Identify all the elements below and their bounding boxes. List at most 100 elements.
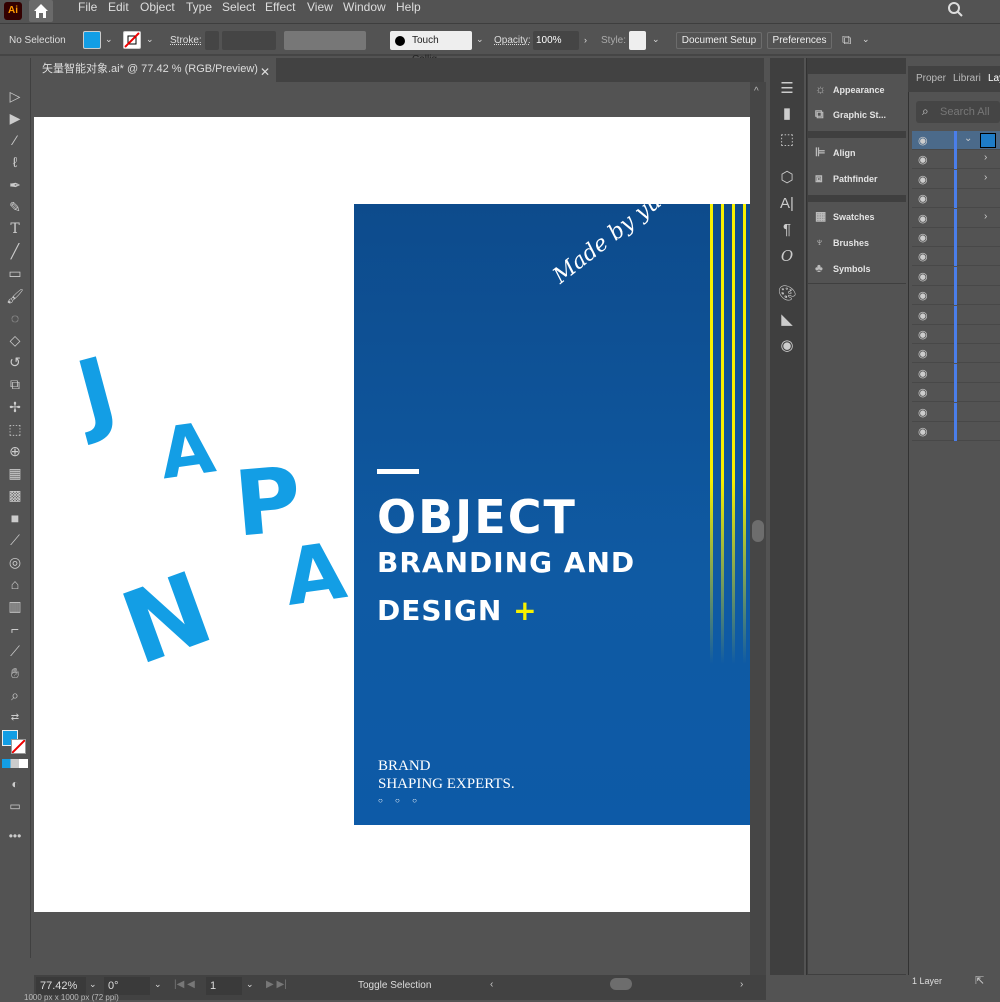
eye-icon[interactable]: ◉	[918, 173, 928, 186]
next-artboard-icon[interactable]: ▶ ▶|	[266, 979, 287, 990]
stroke-label[interactable]: Stroke:	[170, 35, 202, 46]
transform-panel-icon[interactable]: ⬚	[776, 129, 798, 151]
draw-mode-icon[interactable]: ◐	[4, 774, 26, 794]
chevron-down-icon[interactable]: ⌄	[476, 34, 484, 45]
menu-type[interactable]: Type	[186, 0, 212, 22]
eye-icon[interactable]: ◉	[918, 328, 928, 341]
chevron-right-icon[interactable]: ›	[584, 35, 587, 45]
poster[interactable]: Made by yuho OBJECT BRANDING AND DESIGN …	[354, 172, 750, 825]
opacity-input[interactable]: 100%	[533, 31, 579, 50]
layer-row[interactable]: ◉	[912, 344, 1000, 364]
gradient-tool-icon[interactable]: ■	[4, 508, 26, 528]
shape-builder-tool-icon[interactable]: ⊕	[4, 441, 26, 461]
layer-row[interactable]: ◉	[912, 363, 1000, 383]
graffiti-letter[interactable]: A	[155, 407, 220, 496]
tagline-experts[interactable]: SHAPING EXPERTS.	[378, 776, 515, 793]
menu-effect[interactable]: Effect	[265, 0, 295, 22]
eye-icon[interactable]: ◉	[918, 367, 928, 380]
puppet-warp-tool-icon[interactable]: ✢	[4, 397, 26, 417]
symbol-sprayer-tool-icon[interactable]: ⌂	[4, 574, 26, 594]
menu-view[interactable]: View	[307, 0, 333, 22]
graffiti-letter[interactable]: A	[279, 526, 351, 624]
export-icon[interactable]: ⇱	[975, 974, 984, 987]
opentype-panel-icon[interactable]: O	[776, 245, 798, 267]
artboard-number-input[interactable]: 1	[206, 977, 242, 995]
brushes-panel[interactable]: ♆ Brushes	[815, 233, 869, 251]
gradient-panel-icon[interactable]: ▮	[776, 103, 798, 125]
headline-branding[interactable]: BRANDING AND	[377, 546, 635, 579]
eye-icon[interactable]: ◉	[918, 153, 928, 166]
eye-icon[interactable]: ◉	[918, 309, 928, 322]
layer-row[interactable]: ◉	[912, 189, 1000, 209]
menu-window[interactable]: Window	[343, 0, 386, 22]
swap-fill-stroke-icon[interactable]: ⇄	[4, 708, 26, 728]
close-icon[interactable]: ✕	[260, 61, 270, 83]
graphic-styles-panel[interactable]: ⧉ Graphic St...	[815, 105, 886, 123]
magic-wand-tool-icon[interactable]: ⁄	[4, 130, 26, 150]
headline-design[interactable]: DESIGN +	[377, 594, 538, 627]
document-tab[interactable]: 矢量智能对象.ai* @ 77.42 % (RGB/Preview) ✕	[34, 58, 276, 82]
shaper-tool-icon[interactable]: ◌	[4, 308, 26, 328]
scale-tool-icon[interactable]: ⧉	[4, 374, 26, 394]
chevron-right-icon[interactable]: ›	[984, 211, 987, 222]
selection-tool-icon[interactable]: ▷	[4, 86, 26, 106]
eye-icon[interactable]: ◉	[918, 250, 928, 263]
align-panel[interactable]: ⊫ Align	[815, 143, 856, 161]
zoom-tool-icon[interactable]: ⌕	[4, 685, 26, 705]
character-panel-icon[interactable]: A|	[776, 193, 798, 215]
layer-row[interactable]: ◉	[912, 422, 1000, 441]
eye-icon[interactable]: ◉	[918, 347, 928, 360]
tab-libraries[interactable]: Librari	[953, 73, 981, 84]
preferences-button[interactable]: Preferences	[767, 32, 832, 49]
menu-object[interactable]: Object	[140, 0, 175, 22]
scroll-left-icon[interactable]: ‹	[490, 979, 493, 990]
eye-icon[interactable]: ◉	[918, 192, 928, 205]
color-mode-icons[interactable]	[2, 759, 28, 768]
tab-layers[interactable]: Lay	[988, 73, 1000, 84]
menu-file[interactable]: File	[78, 0, 97, 22]
stroke-swatch[interactable]	[123, 31, 141, 49]
fill-swatch[interactable]	[83, 31, 101, 49]
lasso-tool-icon[interactable]: ℓ	[4, 152, 26, 172]
blend-tool-icon[interactable]: ◎	[4, 552, 26, 572]
artboard-tool-icon[interactable]: ⌐	[4, 619, 26, 639]
stroke-stepper[interactable]	[205, 31, 219, 50]
eye-icon[interactable]: ◉	[918, 406, 928, 419]
appearance-panel[interactable]: ☼ Appearance	[815, 80, 885, 98]
layer-row[interactable]: ◉	[912, 228, 1000, 247]
tab-properties[interactable]: Proper	[916, 73, 946, 84]
horizontal-scroll-thumb[interactable]	[610, 978, 632, 990]
paragraph-panel-icon[interactable]: ¶	[776, 219, 798, 241]
vertical-scroll-thumb[interactable]	[752, 520, 764, 542]
chevron-down-icon[interactable]: ⌄	[89, 979, 97, 990]
swatches-panel[interactable]: ▦ Swatches	[815, 207, 875, 225]
layer-row[interactable]: ◉ ›	[912, 208, 1000, 228]
eye-icon[interactable]: ◉	[918, 270, 928, 283]
hand-tool-icon[interactable]: ✋︎	[4, 663, 26, 683]
chevron-right-icon[interactable]: ›	[984, 152, 987, 163]
layer-row[interactable]: ◉	[912, 383, 1000, 403]
slice-tool-icon[interactable]: ⟋	[4, 641, 26, 661]
pathfinder-panel[interactable]: ⧈ Pathfinder	[815, 169, 878, 187]
transparency-panel-icon[interactable]: ◉	[776, 335, 798, 357]
layer-row[interactable]: ◉	[912, 266, 1000, 286]
perspective-grid-tool-icon[interactable]: ▦	[4, 463, 26, 483]
document-setup-button[interactable]: Document Setup	[676, 32, 762, 49]
scroll-right-icon[interactable]: ›	[740, 979, 743, 990]
chevron-right-icon[interactable]: ›	[984, 172, 987, 183]
eraser-tool-icon[interactable]: ◇	[4, 330, 26, 350]
chevron-down-icon[interactable]: ⌄	[146, 34, 154, 45]
direct-selection-tool-icon[interactable]: ▶	[4, 108, 26, 128]
chevron-down-icon[interactable]: ⌄	[154, 979, 162, 990]
color-guide-icon[interactable]: 🎨︎	[776, 283, 798, 305]
graphic-style-swatch[interactable]	[629, 31, 646, 50]
stroke-panel-icon[interactable]: ☰	[776, 78, 798, 100]
eye-icon[interactable]: ◉	[918, 425, 928, 438]
menu-edit[interactable]: Edit	[108, 0, 129, 22]
3d-panel-icon[interactable]: ⬡	[776, 167, 798, 189]
curvature-tool-icon[interactable]: ✎	[4, 197, 26, 217]
chevron-down-icon[interactable]: ⌄	[862, 34, 870, 45]
paintbrush-tool-icon[interactable]: 🖌︎	[4, 286, 26, 306]
menu-help[interactable]: Help	[396, 0, 421, 22]
status-mode[interactable]: Toggle Selection	[358, 980, 431, 991]
